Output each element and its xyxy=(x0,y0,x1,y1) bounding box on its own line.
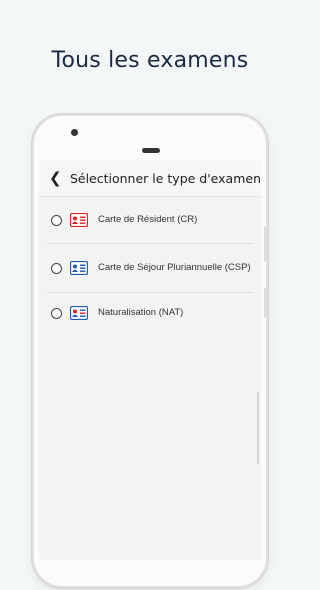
radio-button[interactable] xyxy=(51,262,62,274)
id-card-icon xyxy=(70,261,88,275)
exam-type-list: Carte de Résident (CR) Carte de Séjour P… xyxy=(39,197,261,333)
phone-frame: ❮ Sélectionner le type d'examen Carte de… xyxy=(32,114,268,588)
headline: Tous les examens xyxy=(51,48,249,73)
id-card-icon xyxy=(70,306,88,320)
volume-button xyxy=(264,226,267,262)
chevron-left-icon[interactable]: ❮ xyxy=(49,171,70,186)
scrollbar[interactable] xyxy=(257,392,259,464)
id-card-icon xyxy=(70,213,88,227)
exam-option-nat[interactable]: Naturalisation (NAT) xyxy=(47,293,253,333)
bottom-strip xyxy=(39,560,261,570)
exam-option-cr[interactable]: Carte de Résident (CR) xyxy=(47,197,253,244)
screen-title: Sélectionner le type d'examen xyxy=(69,170,261,186)
camera-lens xyxy=(71,129,78,136)
power-button xyxy=(264,288,267,318)
app-screen: ❮ Sélectionner le type d'examen Carte de… xyxy=(39,160,261,570)
radio-button[interactable] xyxy=(51,307,62,319)
exam-option-label: Naturalisation (NAT) xyxy=(98,307,184,318)
exam-option-label: Carte de Séjour Pluriannuelle (CSP) xyxy=(98,262,251,273)
radio-button[interactable] xyxy=(51,214,62,226)
exam-option-csp[interactable]: Carte de Séjour Pluriannuelle (CSP) xyxy=(47,244,253,293)
exam-option-label: Carte de Résident (CR) xyxy=(98,214,198,225)
speaker-grille xyxy=(142,148,160,153)
top-app-bar: ❮ Sélectionner le type d'examen xyxy=(39,160,261,197)
